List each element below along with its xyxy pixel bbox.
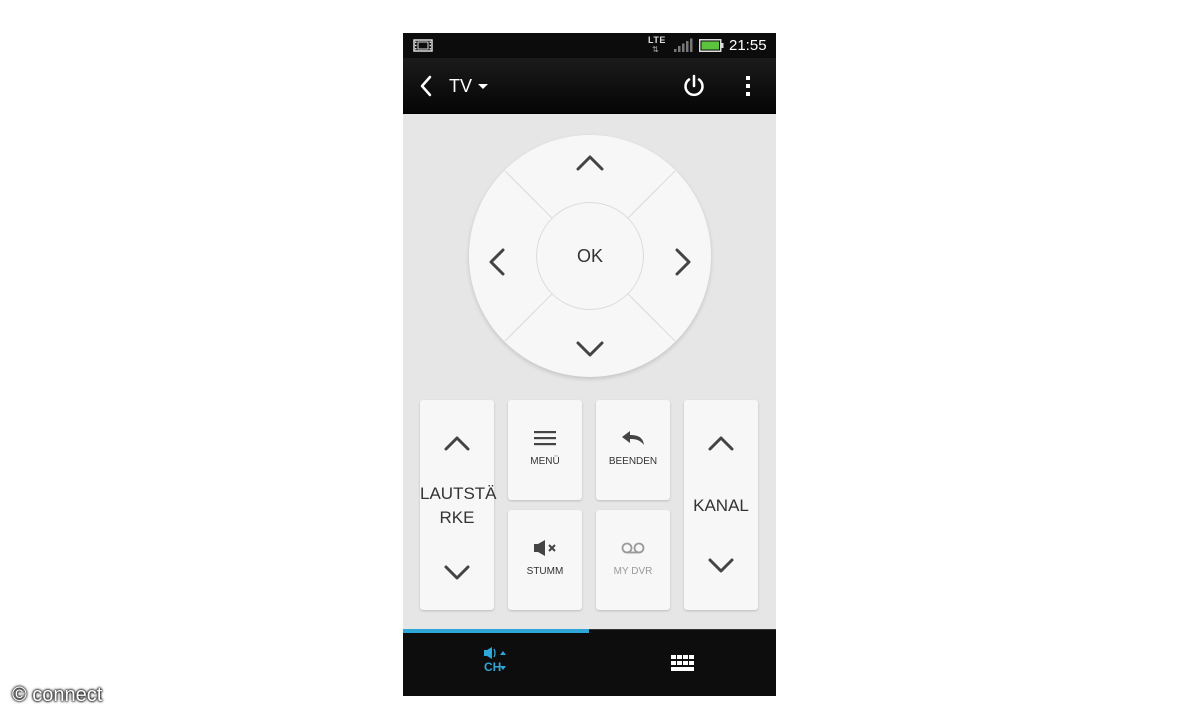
ok-button[interactable]: OK xyxy=(536,202,644,310)
menu-icon xyxy=(508,429,582,449)
dpad-left-button[interactable] xyxy=(483,242,511,287)
mute-button[interactable]: STUMM xyxy=(508,510,582,610)
phone-screen: LTE ⇅ 21:55 TV OK LAUTSTÄ RKE MENÜ BEEND… xyxy=(403,33,776,696)
chevron-right-icon xyxy=(675,248,691,276)
device-name: TV xyxy=(449,75,473,96)
status-bar: LTE ⇅ 21:55 xyxy=(403,33,776,58)
reply-arrow-icon xyxy=(596,429,670,449)
keypad-icon xyxy=(671,655,694,671)
back-arrow-icon xyxy=(420,75,432,97)
volume-down-button[interactable] xyxy=(443,563,471,588)
chevron-down-icon xyxy=(444,565,470,580)
chevron-up-icon xyxy=(576,155,604,171)
data-arrows-icon: ⇅ xyxy=(652,45,659,54)
chevron-down-icon xyxy=(576,341,604,357)
chevron-up-icon xyxy=(708,436,734,451)
voicemail-tape-icon xyxy=(596,539,670,559)
dropdown-caret-icon xyxy=(478,83,489,89)
channel-up-button[interactable] xyxy=(707,433,735,458)
signal-icon xyxy=(673,38,693,58)
ok-label: OK xyxy=(576,245,603,266)
my-dvr-label: MY DVR xyxy=(613,566,653,577)
dpad-up-button[interactable] xyxy=(570,149,610,182)
volume-up-button[interactable] xyxy=(443,433,471,458)
chevron-down-icon xyxy=(708,558,734,573)
directional-pad: OK xyxy=(469,135,711,377)
tab-ch-label: CH xyxy=(484,660,502,674)
exit-label: BEENDEN xyxy=(608,456,658,467)
volume-label-line1: LAUTSTÄ xyxy=(420,484,497,503)
channel-label: KANAL xyxy=(693,496,749,515)
menu-button[interactable]: MENÜ xyxy=(508,400,582,500)
tab-volume-channel[interactable]: CH xyxy=(403,633,589,696)
my-dvr-button[interactable]: MY DVR xyxy=(596,510,670,610)
overflow-menu-button[interactable] xyxy=(742,74,754,98)
dpad-down-button[interactable] xyxy=(570,335,610,368)
back-button[interactable] xyxy=(417,74,437,98)
chevron-left-icon xyxy=(489,248,505,276)
channel-key: KANAL xyxy=(684,400,758,610)
exit-button[interactable]: BEENDEN xyxy=(596,400,670,500)
bottom-tab-bar: CH xyxy=(403,629,776,696)
device-selector[interactable]: TV xyxy=(449,74,489,98)
network-type: LTE xyxy=(648,35,666,45)
remote-panel: OK LAUTSTÄ RKE MENÜ BEENDEN STUMM MY DVR… xyxy=(403,114,776,629)
menu-label: MENÜ xyxy=(530,456,560,467)
chevron-up-icon xyxy=(444,436,470,451)
app-bar: TV xyxy=(403,58,776,114)
dpad-right-button[interactable] xyxy=(669,242,697,287)
clock: 21:55 xyxy=(729,37,767,54)
battery-icon xyxy=(699,39,724,57)
volume-label-line2: RKE xyxy=(439,508,475,527)
power-button[interactable] xyxy=(681,73,707,104)
overflow-menu-icon xyxy=(746,76,750,96)
power-icon xyxy=(684,74,704,97)
tab-keypad[interactable] xyxy=(590,633,776,696)
volume-key: LAUTSTÄ RKE xyxy=(420,400,497,610)
mute-label: STUMM xyxy=(526,566,564,577)
film-icon xyxy=(413,39,433,57)
copyright-watermark: © connect xyxy=(12,684,103,706)
mute-speaker-icon xyxy=(508,539,582,559)
channel-down-button[interactable] xyxy=(707,556,735,581)
